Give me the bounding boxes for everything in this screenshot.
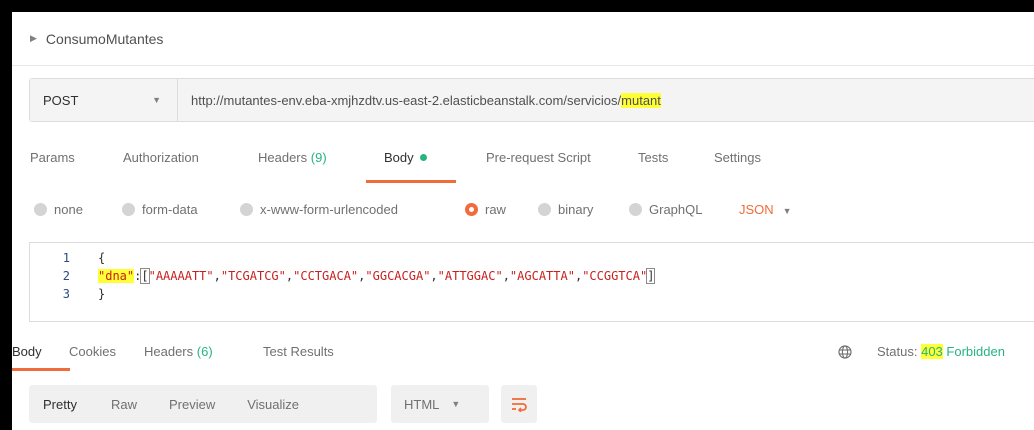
format-select[interactable]: JSON ▼	[739, 202, 792, 217]
radio-raw-label: raw	[485, 202, 506, 217]
body-editor[interactable]: 1 { 2 "dna":["AAAAATT","TCGATCG","CCTGAC…	[29, 242, 1034, 322]
globe-icon[interactable]	[838, 345, 852, 359]
radio-form-data[interactable]: form-data	[122, 202, 198, 217]
view-mode-group: Pretty Raw Preview Visualize	[29, 385, 377, 423]
close-bracket: ]	[646, 268, 656, 284]
collection-name[interactable]: ConsumoMutantes	[46, 31, 164, 47]
headers-count: (9)	[310, 150, 327, 165]
active-tab-indicator	[366, 180, 456, 183]
radio-circle-icon	[122, 203, 135, 216]
tab-settings[interactable]: Settings	[714, 150, 761, 165]
method-select[interactable]: POST ▼	[30, 79, 178, 121]
radio-graphql-label: GraphQL	[649, 202, 703, 217]
radio-urlencoded-label: x-www-form-urlencoded	[260, 202, 398, 217]
open-bracket: [	[140, 268, 150, 284]
response-format-label: HTML	[404, 396, 440, 412]
tab-body-label: Body	[384, 150, 414, 165]
dna-value: "ATTGGAC"	[437, 269, 503, 283]
visualize-button[interactable]: Visualize	[247, 385, 299, 423]
tab-prerequest-script[interactable]: Pre-request Script	[486, 150, 591, 165]
radio-binary[interactable]: binary	[538, 202, 593, 217]
line-number: 1	[62, 251, 70, 265]
radio-graphql[interactable]: GraphQL	[629, 202, 702, 217]
method-label: POST	[43, 92, 79, 108]
dna-value: "GGCACGA"	[365, 269, 431, 283]
radio-circle-icon	[240, 203, 253, 216]
status-code: 403	[921, 344, 943, 359]
tab-headers-label: Headers	[258, 150, 308, 165]
pretty-button[interactable]: Pretty	[43, 385, 77, 423]
wrap-lines-button[interactable]	[501, 385, 537, 423]
radio-raw[interactable]: raw	[465, 202, 506, 217]
body-type-selector: none form-data x-www-form-urlencoded raw…	[12, 202, 1034, 224]
radio-none-label: none	[54, 202, 83, 217]
close-brace: }	[98, 287, 106, 301]
radio-urlencoded[interactable]: x-www-form-urlencoded	[240, 202, 398, 217]
response-toolbar: Pretty Raw Preview Visualize HTML ▼	[29, 385, 537, 423]
format-select-label: JSON	[739, 202, 774, 217]
radio-binary-label: binary	[558, 202, 594, 217]
dna-value: "CCGGTCA"	[582, 269, 648, 283]
dna-value: "AAAAATT"	[148, 269, 214, 283]
tab-authorization[interactable]: Authorization	[123, 150, 199, 165]
collection-bar[interactable]: ▶ ConsumoMutantes	[12, 12, 1034, 66]
open-brace: {	[98, 251, 106, 265]
radio-circle-icon	[34, 203, 47, 216]
tab-headers[interactable]: Headers (9)	[258, 150, 327, 165]
dna-value: "AGCATTA"	[509, 269, 575, 283]
response-tab-cookies[interactable]: Cookies	[69, 344, 116, 359]
url-base: http://mutantes-env.eba-xmjhzdtv.us-east…	[191, 92, 622, 108]
wrap-lines-icon	[512, 398, 527, 412]
dna-value: "TCGATCG"	[220, 269, 286, 283]
radio-form-data-label: form-data	[142, 202, 198, 217]
line-number: 3	[62, 287, 70, 301]
radio-circle-icon	[538, 203, 551, 216]
request-tabs: Params Authorization Headers (9) Body Pr…	[12, 150, 1034, 180]
response-status: Status: 403 Forbidden	[877, 344, 1005, 359]
raw-button[interactable]: Raw	[111, 385, 137, 423]
status-label: Status:	[877, 344, 918, 359]
preview-button[interactable]: Preview	[169, 385, 215, 423]
status-text: Forbidden	[946, 344, 1005, 359]
url-highlight: mutant	[621, 92, 661, 108]
radio-selected-icon	[465, 203, 478, 216]
response-tab-test-results[interactable]: Test Results	[263, 344, 334, 359]
tab-tests[interactable]: Tests	[638, 150, 668, 165]
chevron-down-icon: ▼	[451, 399, 461, 409]
tab-params[interactable]: Params	[30, 150, 75, 165]
response-tab-headers[interactable]: Headers (6)	[144, 344, 213, 359]
dna-value: "CCTGACA"	[293, 269, 359, 283]
json-key: "dna"	[98, 269, 135, 283]
postman-window: ▶ ConsumoMutantes POST ▼ http://mutantes…	[12, 12, 1034, 430]
radio-circle-icon	[629, 203, 642, 216]
url-input[interactable]: http://mutantes-env.eba-xmjhzdtv.us-east…	[178, 79, 1034, 121]
chevron-down-icon: ▼	[782, 206, 792, 216]
response-headers-count: (6)	[196, 344, 213, 359]
response-tab-body[interactable]: Body	[12, 344, 42, 359]
editor-line: 1 {	[30, 249, 105, 267]
modified-dot-icon	[419, 154, 427, 161]
tab-body[interactable]: Body	[384, 150, 427, 165]
json-line: "dna":["AAAAATT","TCGATCG","CCTGACA","GG…	[98, 268, 656, 284]
response-format-select[interactable]: HTML ▼	[391, 385, 489, 423]
radio-none[interactable]: none	[34, 202, 83, 217]
request-url-row: POST ▼ http://mutantes-env.eba-xmjhzdtv.…	[29, 78, 1034, 122]
caret-right-icon[interactable]: ▶	[30, 33, 37, 44]
editor-line: 3 }	[30, 285, 105, 303]
line-number: 2	[62, 269, 70, 283]
chevron-down-icon: ▼	[152, 95, 161, 105]
editor-line: 2 "dna":["AAAAATT","TCGATCG","CCTGACA","…	[30, 267, 656, 285]
response-active-tab-indicator	[12, 368, 70, 371]
response-tab-headers-label: Headers	[144, 344, 194, 359]
